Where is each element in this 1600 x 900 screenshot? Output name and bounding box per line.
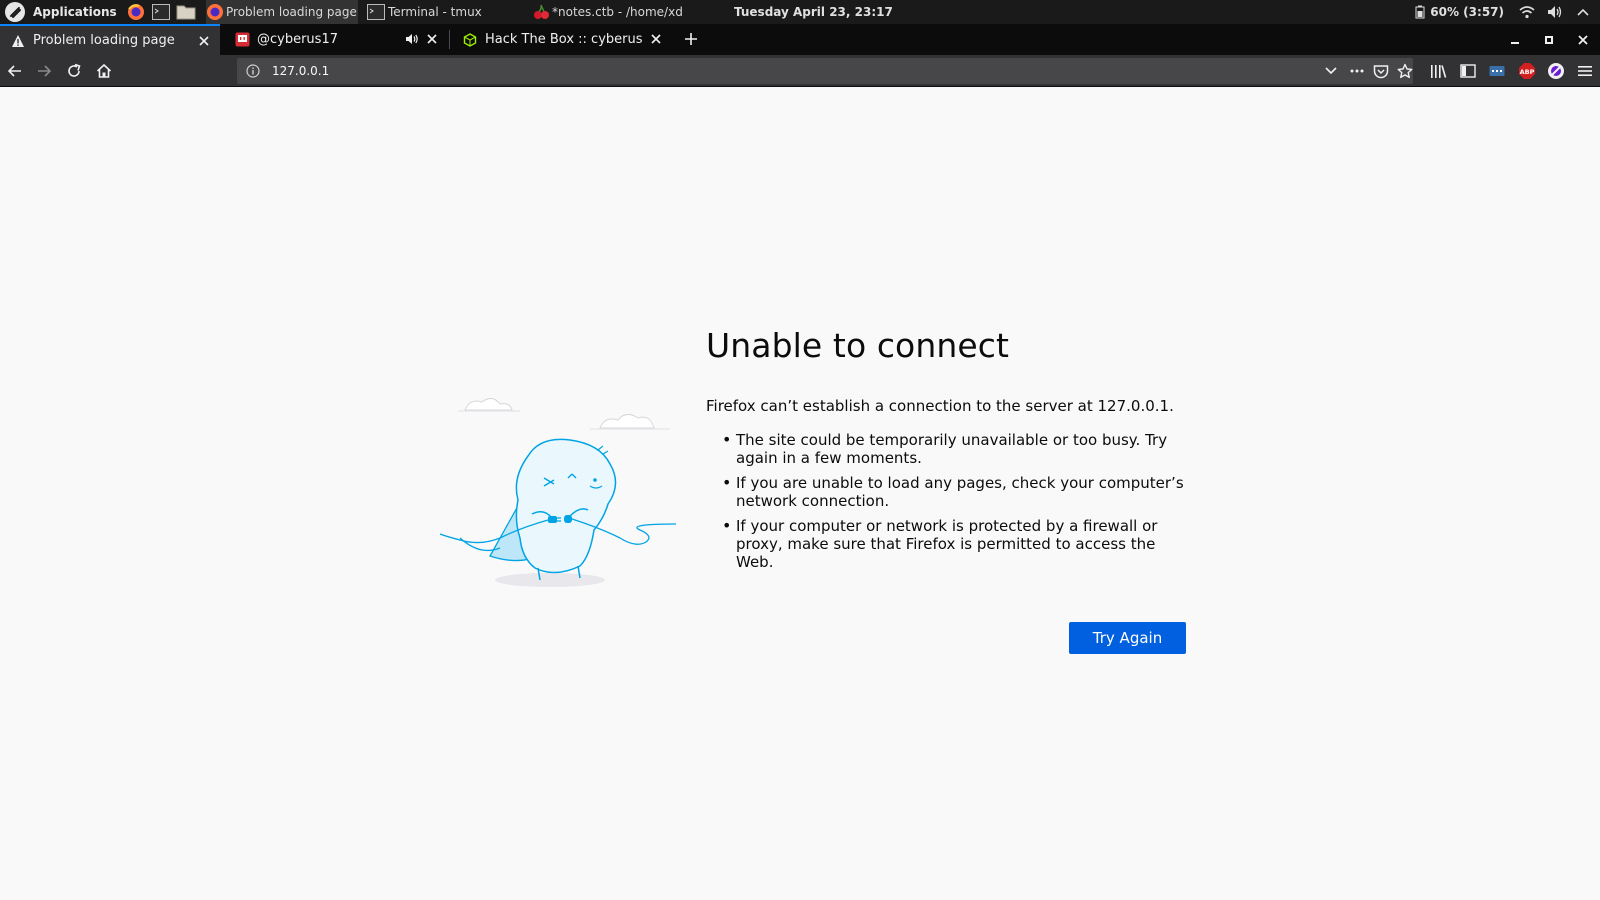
battery-label: 60% (3:57) bbox=[1430, 5, 1504, 19]
privacy-badger-icon[interactable] bbox=[1544, 59, 1568, 83]
try-again-button[interactable]: Try Again bbox=[1069, 622, 1186, 654]
url-bar[interactable]: 127.0.0.1 bbox=[237, 58, 1413, 84]
error-suggestions: The site could be temporarily unavailabl… bbox=[706, 431, 1196, 578]
close-tab-icon[interactable] bbox=[196, 33, 212, 49]
task-label: Terminal - tmux bbox=[388, 5, 482, 19]
cherrytree-icon bbox=[532, 2, 550, 22]
tab-title: Problem loading page bbox=[33, 33, 175, 48]
extension-icon[interactable] bbox=[1485, 59, 1509, 83]
tab-separator bbox=[449, 30, 450, 49]
error-page: Unable to connect Firefox can’t establis… bbox=[0, 88, 1600, 900]
maximize-window-icon[interactable] bbox=[1534, 24, 1564, 55]
twitch-icon bbox=[234, 32, 250, 48]
list-item: If you are unable to load any pages, che… bbox=[706, 474, 1196, 510]
error-description: Firefox can’t establish a connection to … bbox=[706, 397, 1174, 415]
forward-arrow-icon[interactable] bbox=[32, 59, 56, 83]
url-text: 127.0.0.1 bbox=[272, 64, 330, 78]
task-terminal[interactable]: Terminal - tmux bbox=[366, 0, 516, 24]
firefox-launcher-icon[interactable] bbox=[126, 2, 146, 22]
chevron-up-icon[interactable] bbox=[1572, 0, 1594, 24]
unplugged-illustration bbox=[440, 398, 676, 587]
bookmark-star-icon[interactable] bbox=[1395, 62, 1415, 80]
task-label: *notes.ctb - /home/xde... bbox=[552, 5, 682, 19]
home-icon[interactable] bbox=[92, 59, 116, 83]
tab-cyberus17[interactable]: @cyberus17 bbox=[224, 24, 448, 55]
close-tab-icon[interactable] bbox=[424, 31, 440, 47]
tab-title: @cyberus17 bbox=[257, 32, 338, 47]
task-cherrytree[interactable]: *notes.ctb - /home/xde... bbox=[532, 0, 682, 24]
terminal-launcher-icon[interactable] bbox=[151, 2, 171, 22]
reload-icon[interactable] bbox=[62, 59, 86, 83]
new-tab-button[interactable] bbox=[680, 28, 702, 50]
sidebar-icon[interactable] bbox=[1456, 59, 1480, 83]
tab-hack-the-box[interactable]: Hack The Box :: cyberus bbox=[452, 24, 672, 55]
tab-problem-loading[interactable]: Problem loading page bbox=[0, 24, 220, 55]
close-tab-icon[interactable] bbox=[648, 31, 664, 47]
wifi-icon[interactable] bbox=[1516, 0, 1538, 24]
list-item: The site could be temporarily unavailabl… bbox=[706, 431, 1196, 467]
volume-icon[interactable] bbox=[1544, 0, 1566, 24]
speaker-icon[interactable] bbox=[404, 31, 420, 47]
page-title: Unable to connect bbox=[706, 326, 1010, 365]
svg-text:ABP: ABP bbox=[1520, 68, 1535, 76]
hamburger-menu-icon[interactable] bbox=[1573, 59, 1597, 83]
close-window-icon[interactable] bbox=[1568, 24, 1598, 55]
tab-title: Hack The Box :: cyberus bbox=[485, 32, 643, 47]
system-panel: Applications Problem loading page... Ter… bbox=[0, 0, 1600, 24]
tab-strip: Problem loading page @cyberus17 Hack The… bbox=[0, 24, 1600, 55]
applications-menu[interactable]: Applications bbox=[0, 0, 117, 24]
terminal-icon bbox=[366, 2, 386, 22]
firefox-icon bbox=[206, 2, 224, 22]
battery-indicator[interactable]: 60% (3:57) bbox=[1415, 5, 1504, 19]
chevron-down-icon[interactable] bbox=[1321, 62, 1341, 80]
warning-icon bbox=[10, 33, 26, 49]
battery-icon bbox=[1415, 5, 1425, 19]
applications-label: Applications bbox=[33, 5, 117, 19]
page-actions-icon[interactable] bbox=[1347, 62, 1367, 80]
htb-icon bbox=[462, 32, 478, 48]
info-icon[interactable] bbox=[245, 63, 261, 79]
system-tray: 60% (3:57) bbox=[1415, 0, 1600, 24]
task-firefox[interactable]: Problem loading page... bbox=[206, 0, 358, 24]
xfce-logo-icon bbox=[5, 2, 25, 22]
task-label: Problem loading page... bbox=[226, 5, 358, 19]
adblock-plus-icon[interactable]: ABP bbox=[1515, 59, 1539, 83]
minimize-window-icon[interactable] bbox=[1500, 24, 1530, 55]
list-item: If your computer or network is protected… bbox=[706, 517, 1196, 571]
library-icon[interactable] bbox=[1426, 59, 1450, 83]
pocket-icon[interactable] bbox=[1371, 62, 1391, 80]
navigation-toolbar: 127.0.0.1 ABP bbox=[0, 55, 1600, 87]
folder-launcher-icon[interactable] bbox=[176, 2, 196, 22]
clock[interactable]: Tuesday April 23, 23:17 bbox=[734, 0, 893, 24]
back-arrow-icon[interactable] bbox=[3, 59, 27, 83]
